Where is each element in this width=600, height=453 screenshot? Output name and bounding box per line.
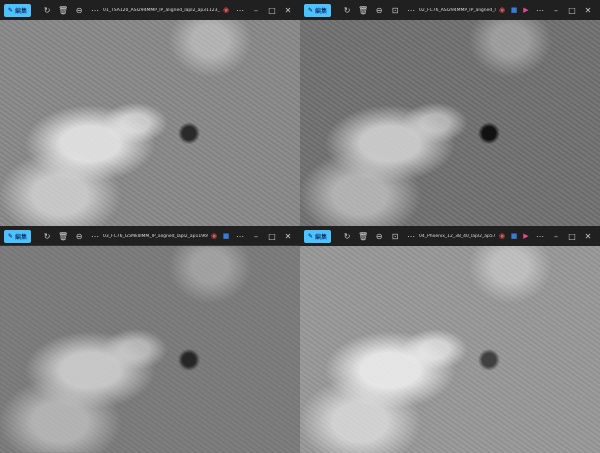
- photo-viewer-window-2: ✎ 編集 ↻ 🗑 ⊖ ⊡ ⋯ 02_FC76_ASI294MMP_IP_align…: [300, 0, 600, 226]
- title-bar: ✎ 編集 ↻ 🗑 ⊖ ⋯ 01_TSA120_ASI294MMP_IP_align…: [0, 0, 300, 20]
- more-icon[interactable]: ⋯: [87, 6, 103, 15]
- window-title: 02_FC76_ASI294MMP_IP_aligned_lapl2_ap606…: [419, 7, 496, 13]
- copilot-icon[interactable]: ◉: [496, 232, 508, 240]
- minimize-icon[interactable]: –: [248, 232, 264, 241]
- more-icon[interactable]: ⋯: [232, 232, 248, 241]
- edit-button[interactable]: ✎ 編集: [4, 3, 32, 17]
- app-icon-blue[interactable]: ■: [508, 6, 520, 14]
- title-bar: ✎ 編集 ↻ 🗑 ⊖ ⊡ ⋯ 02_FC76_ASI294MMP_IP_align…: [300, 0, 600, 20]
- close-icon[interactable]: ✕: [580, 232, 596, 241]
- more-icon[interactable]: ⋯: [403, 232, 419, 241]
- edit-icon: ✎: [8, 6, 14, 14]
- photo-viewer-window-1: ✎ 編集 ↻ 🗑 ⊖ ⋯ 01_TSA120_ASI294MMP_IP_align…: [0, 0, 300, 226]
- more-icon[interactable]: ⋯: [87, 232, 103, 241]
- photo-viewer-window-4: ✎ 編集 ↻ 🗑 ⊖ ⊡ ⋯ 04_Phoenix_12_38_40_lapl2_…: [300, 226, 600, 453]
- window-title: 03_FC76_G5MkIIIMM_IP_aligned_lapl2_ap119…: [103, 233, 208, 239]
- minimize-icon[interactable]: –: [248, 6, 264, 15]
- window-title: 04_Phoenix_12_38_40_lapl2_ap5724_lf.jpg: [419, 233, 496, 239]
- solar-image: [300, 246, 600, 453]
- filter-icon[interactable]: ⊖: [71, 232, 87, 241]
- copilot-icon[interactable]: ◉: [208, 232, 220, 240]
- close-icon[interactable]: ✕: [280, 232, 296, 241]
- edit-icon: ✎: [308, 6, 314, 14]
- app-icon-pink[interactable]: ▶: [520, 6, 532, 14]
- solar-image: [0, 246, 300, 453]
- maximize-icon[interactable]: □: [564, 6, 580, 15]
- more-icon[interactable]: ⋯: [403, 6, 419, 15]
- title-bar: ✎ 編集 ↻ 🗑 ⊖ ⋯ 03_FC76_G5MkIIIMM_IP_aligned…: [0, 226, 300, 246]
- delete-icon[interactable]: 🗑: [355, 232, 371, 241]
- rotate-icon[interactable]: ↻: [339, 232, 355, 241]
- filter-icon[interactable]: ⊖: [371, 6, 387, 15]
- filter-icon[interactable]: ⊖: [371, 232, 387, 241]
- solar-image: [300, 20, 600, 226]
- save-icon[interactable]: ⊡: [387, 6, 403, 15]
- close-icon[interactable]: ✕: [280, 6, 296, 15]
- rotate-icon[interactable]: ↻: [39, 232, 55, 241]
- minimize-icon[interactable]: –: [548, 6, 564, 15]
- app-icon-pink[interactable]: ▶: [520, 232, 532, 240]
- minimize-icon[interactable]: –: [548, 232, 564, 241]
- edit-icon: ✎: [308, 232, 314, 240]
- more-icon[interactable]: ⋯: [232, 6, 248, 15]
- title-bar: ✎ 編集 ↻ 🗑 ⊖ ⊡ ⋯ 04_Phoenix_12_38_40_lapl2_…: [300, 226, 600, 246]
- edit-button[interactable]: ✎ 編集: [304, 229, 332, 243]
- app-icon-blue[interactable]: ■: [220, 232, 232, 240]
- delete-icon[interactable]: 🗑: [55, 232, 71, 241]
- edit-button[interactable]: ✎ 編集: [304, 3, 332, 17]
- app-icon-blue[interactable]: ■: [508, 232, 520, 240]
- rotate-icon[interactable]: ↻: [339, 6, 355, 15]
- edit-button[interactable]: ✎ 編集: [4, 229, 32, 243]
- filter-icon[interactable]: ⊖: [71, 6, 87, 15]
- more-icon[interactable]: ⋯: [532, 6, 548, 15]
- copilot-icon[interactable]: ◉: [496, 6, 508, 14]
- edit-icon: ✎: [8, 232, 14, 240]
- maximize-icon[interactable]: □: [264, 6, 280, 15]
- maximize-icon[interactable]: □: [564, 232, 580, 241]
- close-icon[interactable]: ✕: [580, 6, 596, 15]
- rotate-icon[interactable]: ↻: [39, 6, 55, 15]
- solar-image: [0, 20, 300, 226]
- window-title: 01_TSA120_ASI294MMP_IP_aligned_lapl2_ap3…: [103, 7, 220, 13]
- photo-viewer-window-3: ✎ 編集 ↻ 🗑 ⊖ ⋯ 03_FC76_G5MkIIIMM_IP_aligned…: [0, 226, 300, 453]
- delete-icon[interactable]: 🗑: [55, 6, 71, 15]
- more-icon[interactable]: ⋯: [532, 232, 548, 241]
- save-icon[interactable]: ⊡: [387, 232, 403, 241]
- delete-icon[interactable]: 🗑: [355, 6, 371, 15]
- copilot-icon[interactable]: ◉: [220, 6, 232, 14]
- maximize-icon[interactable]: □: [264, 232, 280, 241]
